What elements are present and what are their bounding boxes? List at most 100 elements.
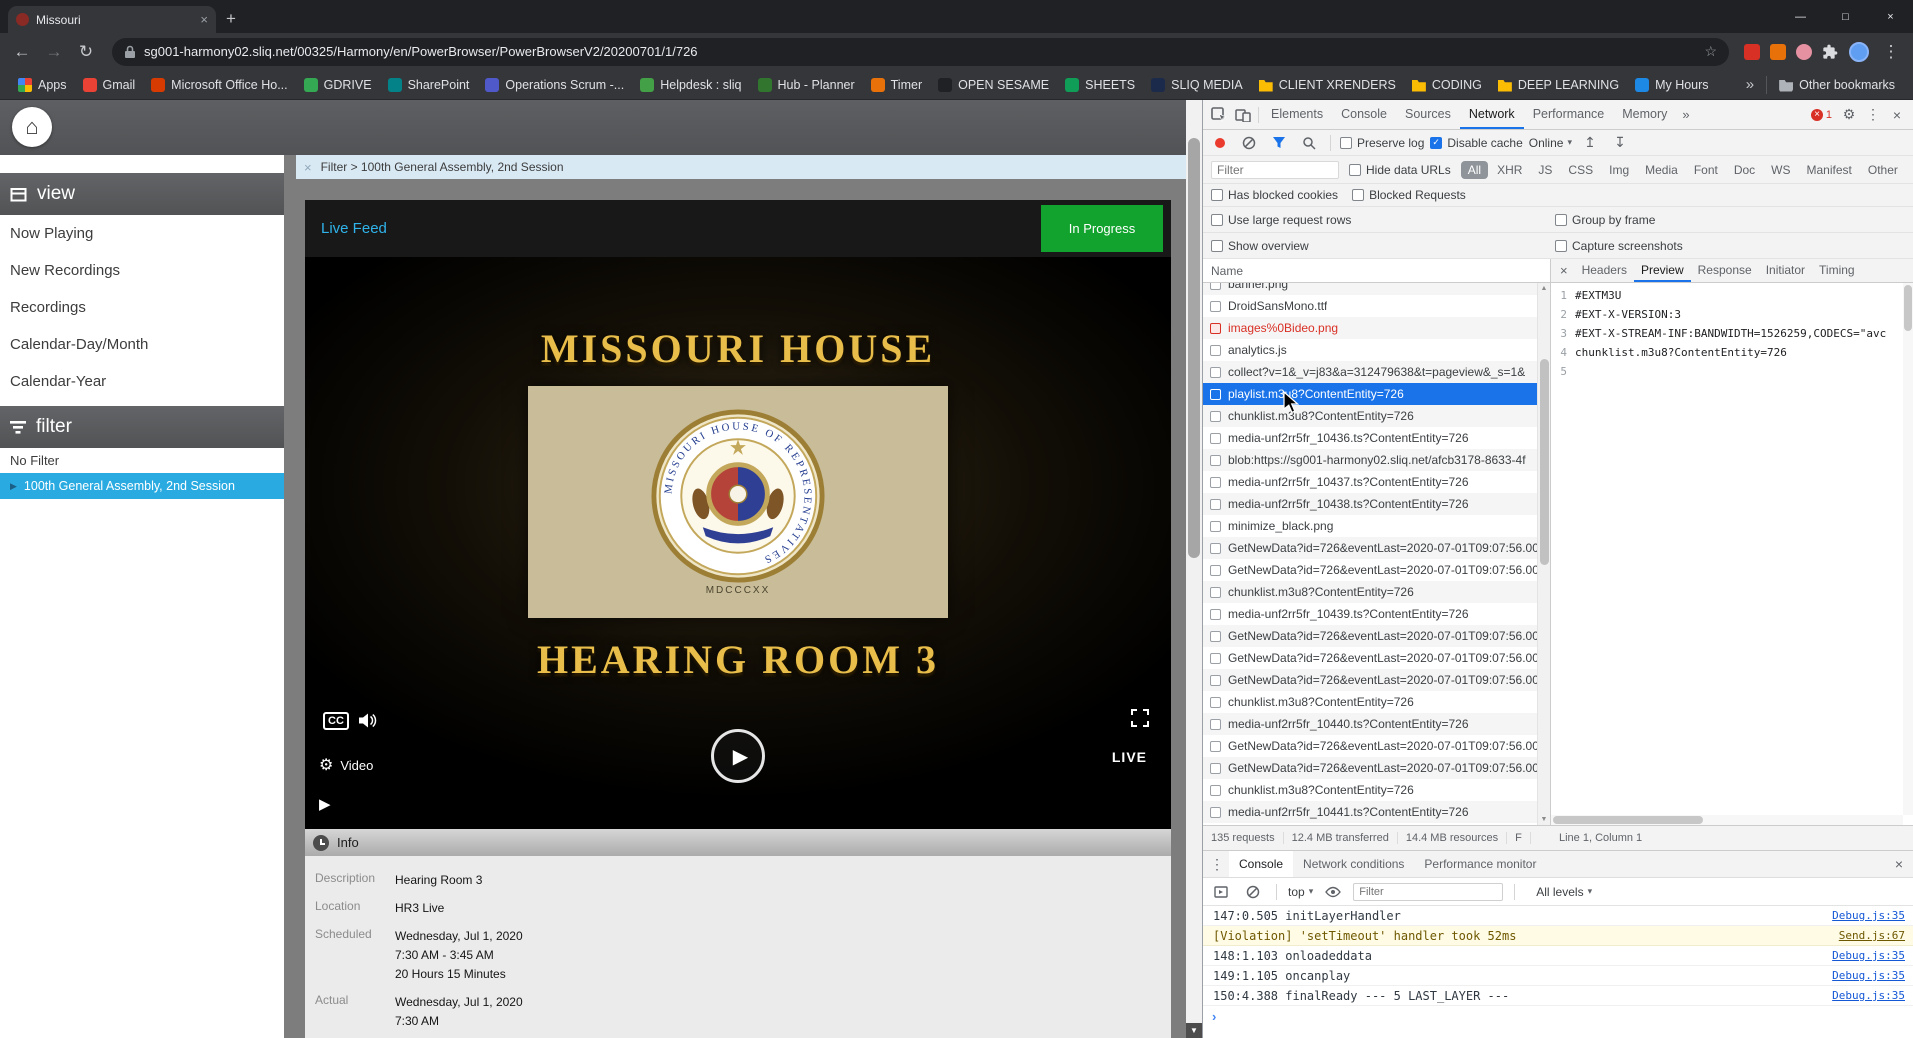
bookmark-item[interactable]: My Hours	[1627, 77, 1716, 92]
network-filter-input[interactable]	[1211, 160, 1339, 179]
type-filter[interactable]: JS	[1531, 161, 1559, 179]
network-request-row[interactable]: minimize_black.png	[1203, 515, 1537, 537]
network-request-row[interactable]: analytics.js	[1203, 339, 1537, 361]
type-filter[interactable]: Font	[1687, 161, 1725, 179]
network-request-row[interactable]: chunklist.m3u8?ContentEntity=726	[1203, 691, 1537, 713]
request-list-scrollbar[interactable]: ▲ ▼	[1537, 283, 1550, 825]
window-minimize-button[interactable]: —	[1778, 0, 1823, 33]
network-request-row[interactable]: blob:https://sg001-harmony02.sliq.net/af…	[1203, 449, 1537, 471]
use-large-rows-checkbox[interactable]: Use large request rows	[1211, 213, 1351, 227]
detail-tab[interactable]: Response	[1691, 259, 1759, 282]
sidebar-item[interactable]: Calendar-Day/Month	[0, 326, 284, 363]
disable-cache-checkbox[interactable]: Disable cache	[1430, 136, 1523, 150]
group-by-frame-checkbox[interactable]: Group by frame	[1555, 213, 1655, 227]
extension-warning-icon[interactable]	[1770, 43, 1786, 60]
network-request-row[interactable]: images%0Bideo.png	[1203, 317, 1537, 339]
drawer-tab[interactable]: Network conditions	[1293, 851, 1414, 877]
window-maximize-button[interactable]: □	[1823, 0, 1868, 33]
bookmark-item[interactable]: Helpdesk : sliq	[632, 77, 749, 92]
browser-menu-kebab-icon[interactable]: ⋮	[1877, 42, 1905, 62]
detail-tab[interactable]: Preview	[1633, 259, 1691, 282]
tab-close-icon[interactable]: ×	[200, 12, 208, 27]
import-har-icon[interactable]: ↥	[1578, 130, 1602, 155]
fullscreen-button[interactable]	[1131, 709, 1149, 732]
network-request-row[interactable]: media-unf2rr5fr_10438.ts?ContentEntity=7…	[1203, 493, 1537, 515]
video-settings-button[interactable]: ⚙ Video	[319, 755, 373, 775]
bookmark-item[interactable]: SHEETS	[1057, 77, 1143, 92]
network-request-row[interactable]: chunklist.m3u8?ContentEntity=726	[1203, 405, 1537, 427]
sidebar-item[interactable]: New Recordings	[0, 252, 284, 289]
video-area[interactable]: MISSOURI HOUSE MISSOURI HOUSE OF REPRESE…	[305, 257, 1171, 829]
devtools-settings-gear-icon[interactable]: ⚙	[1837, 100, 1861, 129]
type-filter[interactable]: All	[1460, 160, 1489, 179]
source-link[interactable]: Send.js:67	[1839, 929, 1905, 942]
sidebar-item[interactable]: Calendar-Year	[0, 363, 284, 400]
bookmarks-overflow-chevron[interactable]: »	[1738, 76, 1762, 93]
preview-vertical-scrollbar[interactable]	[1903, 283, 1913, 815]
capture-screenshots-checkbox[interactable]: Capture screenshots	[1555, 239, 1683, 253]
drawer-tab[interactable]: Console	[1229, 851, 1294, 877]
play-button[interactable]: ▶	[711, 729, 765, 783]
extensions-puzzle-icon[interactable]	[1822, 44, 1838, 60]
error-badge[interactable]: 1	[1806, 108, 1837, 121]
console-sidebar-icon[interactable]	[1209, 878, 1233, 905]
inspect-element-icon[interactable]	[1207, 100, 1231, 129]
detail-close-icon[interactable]: ×	[1555, 263, 1573, 278]
console-context-dropdown[interactable]: top ▾	[1288, 885, 1313, 899]
sidebar-item-active-filter[interactable]: ▶ 100th General Assembly, 2nd Session	[0, 473, 284, 499]
type-filter[interactable]: XHR	[1490, 161, 1529, 179]
drawer-close-icon[interactable]: ×	[1887, 851, 1911, 877]
type-filter[interactable]: Doc	[1727, 161, 1762, 179]
new-tab-button[interactable]: +	[226, 9, 236, 29]
name-column-header[interactable]: Name	[1203, 259, 1550, 283]
devtools-kebab-icon[interactable]: ⋮	[1861, 100, 1885, 129]
bookmark-item[interactable]: OPEN SESAME	[930, 77, 1057, 92]
home-button[interactable]: ⌂	[12, 107, 52, 147]
devtools-tab[interactable]: Console	[1332, 100, 1396, 129]
network-request-row[interactable]: GetNewData?id=726&eventLast=2020-07-01T0…	[1203, 647, 1537, 669]
scroll-down-icon[interactable]: ▼	[1538, 816, 1550, 823]
hide-data-urls-checkbox[interactable]: Hide data URLs	[1349, 163, 1451, 177]
console-prompt[interactable]: ›	[1203, 1006, 1913, 1026]
extension-grid-icon[interactable]	[1744, 43, 1760, 60]
devtools-tab[interactable]: Sources	[1396, 100, 1460, 129]
network-request-row[interactable]: GetNewData?id=726&eventLast=2020-07-01T0…	[1203, 559, 1537, 581]
network-request-row[interactable]: GetNewData?id=726&eventLast=2020-07-01T0…	[1203, 757, 1537, 779]
scroll-down-button[interactable]: ▼	[1186, 1023, 1202, 1038]
detail-tab[interactable]: Timing	[1812, 259, 1862, 282]
record-button[interactable]	[1215, 137, 1225, 148]
bookmark-item[interactable]: Timer	[863, 77, 930, 92]
clear-icon[interactable]	[1237, 130, 1261, 155]
search-icon[interactable]	[1297, 130, 1321, 155]
bookmark-item[interactable]: Apps	[10, 77, 75, 92]
browser-tab[interactable]: Missouri ×	[8, 6, 216, 33]
type-filter[interactable]: Img	[1602, 161, 1636, 179]
bookmark-item[interactable]: Hub - Planner	[750, 77, 863, 92]
bookmark-item[interactable]: Operations Scrum -...	[477, 77, 632, 92]
log-levels-dropdown[interactable]: All levels ▾	[1536, 885, 1592, 899]
forward-button[interactable]: →	[40, 42, 68, 62]
devtools-close-icon[interactable]: ×	[1885, 100, 1909, 129]
bookmark-item[interactable]: DEEP LEARNING	[1490, 78, 1627, 92]
type-filter[interactable]: Other	[1861, 161, 1905, 179]
reload-button[interactable]: ↻	[72, 42, 100, 62]
network-request-row[interactable]: GetNewData?id=726&eventLast=2020-07-01T0…	[1203, 625, 1537, 647]
network-request-row[interactable]: GetNewData?id=726&eventLast=2020-07-01T0…	[1203, 537, 1537, 559]
bookmark-item[interactable]: CLIENT XRENDERS	[1251, 78, 1404, 92]
sidebar-item[interactable]: Now Playing	[0, 215, 284, 252]
bookmark-item[interactable]: Gmail	[75, 77, 144, 92]
window-close-button[interactable]: ×	[1868, 0, 1913, 33]
other-bookmarks-button[interactable]: Other bookmarks	[1771, 78, 1903, 92]
preview-horizontal-scrollbar[interactable]	[1551, 815, 1903, 825]
network-request-row[interactable]: media-unf2rr5fr_10436.ts?ContentEntity=7…	[1203, 427, 1537, 449]
source-link[interactable]: Debug.js:35	[1832, 989, 1905, 1002]
devtools-tab[interactable]: Network	[1459, 100, 1524, 129]
extension-avatar-icon[interactable]	[1796, 43, 1812, 60]
network-request-row[interactable]: media-unf2rr5fr_10437.ts?ContentEntity=7…	[1203, 471, 1537, 493]
blocked-requests-checkbox[interactable]: Blocked Requests	[1352, 188, 1466, 202]
network-request-row[interactable]: media-unf2rr5fr_10441.ts?ContentEntity=7…	[1203, 801, 1537, 823]
scrollbar-thumb[interactable]	[1188, 138, 1200, 558]
drawer-tab[interactable]: Performance monitor	[1414, 851, 1546, 877]
breadcrumb-close-icon[interactable]: ×	[304, 160, 312, 175]
show-overview-checkbox[interactable]: Show overview	[1211, 239, 1309, 253]
